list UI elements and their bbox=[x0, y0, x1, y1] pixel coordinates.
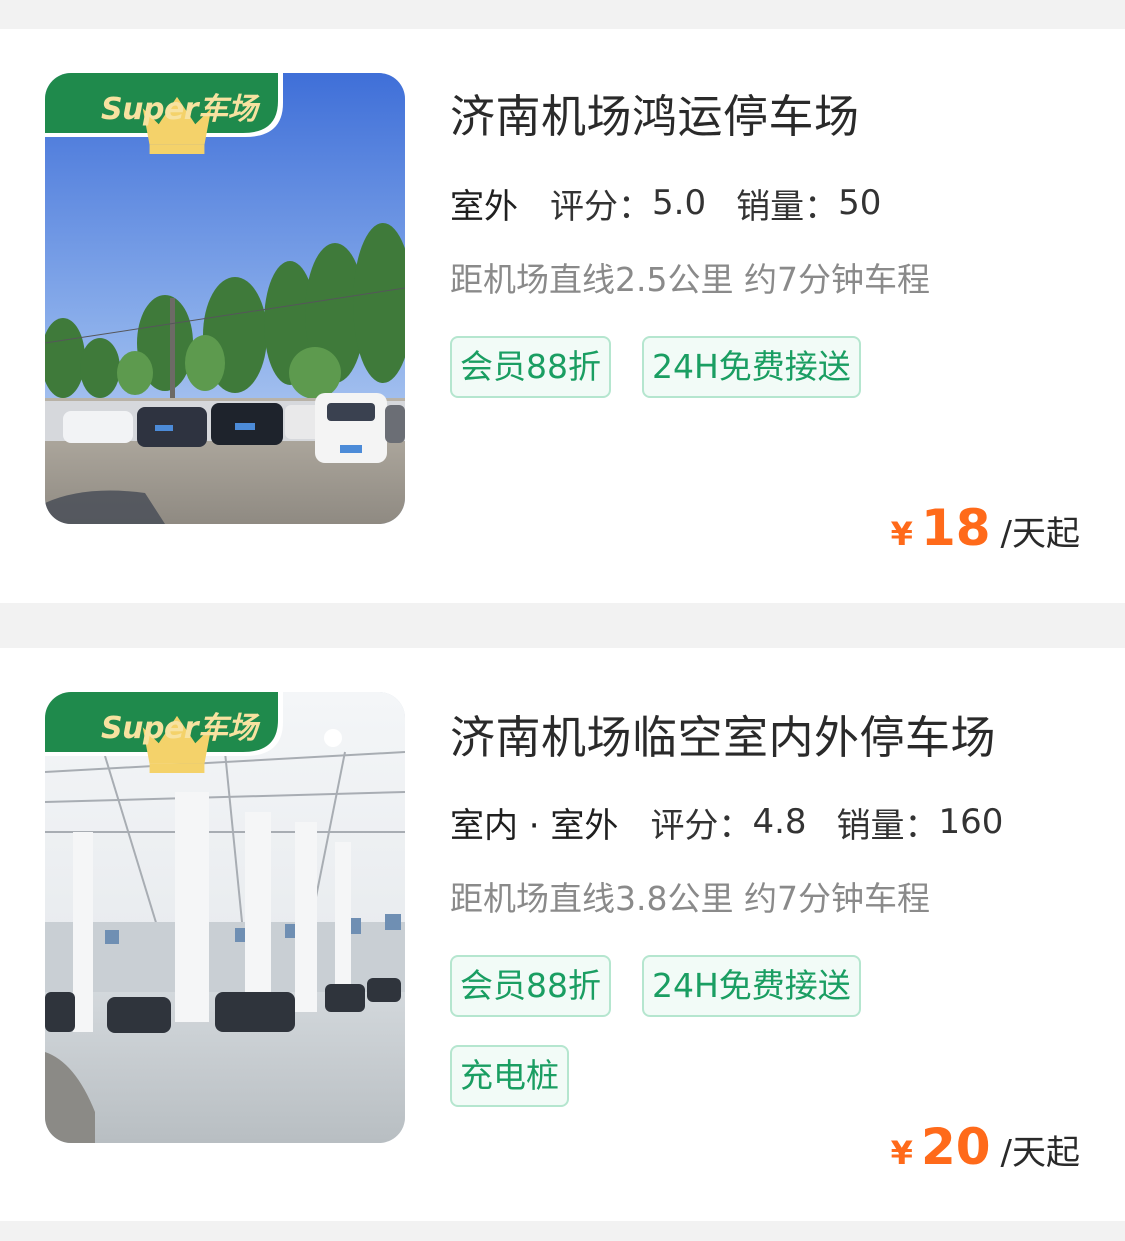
rating-value: 5.0 bbox=[652, 183, 707, 223]
distance-text: 距机场直线2.5公里 约7分钟车程 bbox=[450, 260, 930, 299]
parking-lot-meta: 室内 · 室外 评分： 4.8 销量： 160 bbox=[447, 798, 1004, 851]
parking-lot-card[interactable]: Super车场 济南机场鸿运停车场 室外 评分： 5.0 销量： 50 距机场直… bbox=[0, 29, 1125, 603]
price: ¥ 18 /天起 bbox=[891, 499, 1080, 557]
tag-free-shuttle: 24H免费接送 bbox=[642, 336, 861, 398]
price: ¥ 20 /天起 bbox=[891, 1118, 1080, 1176]
price-unit: /天起 bbox=[1000, 1133, 1080, 1173]
super-parking-badge: Super车场 bbox=[45, 73, 283, 154]
price-amount: 20 bbox=[920, 1118, 991, 1176]
parking-lot-card[interactable]: Super车场 济南机场临空室内外停车场 室内 · 室外 评分： 4.8 销量：… bbox=[0, 648, 1125, 1221]
tag-member-discount: 会员88折 bbox=[450, 336, 611, 398]
environment-label: 室内 · 室外 bbox=[447, 798, 621, 851]
parking-lot-meta: 室外 评分： 5.0 销量： 50 bbox=[448, 179, 882, 232]
sales-value: 160 bbox=[938, 802, 1004, 842]
sales-label: 销量： bbox=[836, 805, 939, 846]
badge-label: Super车场 bbox=[101, 711, 258, 746]
tag-charging-pile: 充电桩 bbox=[450, 1045, 569, 1107]
currency-symbol: ¥ bbox=[890, 515, 913, 553]
rating-value: 4.8 bbox=[752, 802, 807, 842]
parking-lot-photo[interactable]: Super车场 bbox=[45, 692, 405, 1143]
tag-free-shuttle: 24H免费接送 bbox=[642, 955, 861, 1017]
distance-text: 距机场直线3.8公里 约7分钟车程 bbox=[450, 879, 930, 918]
tag-member-discount: 会员88折 bbox=[450, 955, 611, 1017]
price-amount: 18 bbox=[920, 499, 991, 557]
super-parking-badge: Super车场 bbox=[45, 692, 283, 773]
badge-label: Super车场 bbox=[101, 92, 258, 127]
sales-label: 销量： bbox=[736, 186, 839, 227]
parking-lot-photo[interactable]: Super车场 bbox=[45, 73, 405, 524]
environment-label: 室外 bbox=[448, 179, 520, 232]
rating-label: 评分： bbox=[550, 186, 652, 227]
currency-symbol: ¥ bbox=[890, 1134, 913, 1172]
sales-value: 50 bbox=[838, 183, 882, 223]
rating-label: 评分： bbox=[650, 805, 753, 846]
parking-lot-name: 济南机场鸿运停车场 bbox=[450, 90, 860, 143]
parking-lot-name: 济南机场临空室内外停车场 bbox=[450, 711, 997, 764]
parking-lot-list: Super车场 济南机场鸿运停车场 室外 评分： 5.0 销量： 50 距机场直… bbox=[0, 0, 1125, 1241]
price-unit: /天起 bbox=[1000, 514, 1080, 554]
